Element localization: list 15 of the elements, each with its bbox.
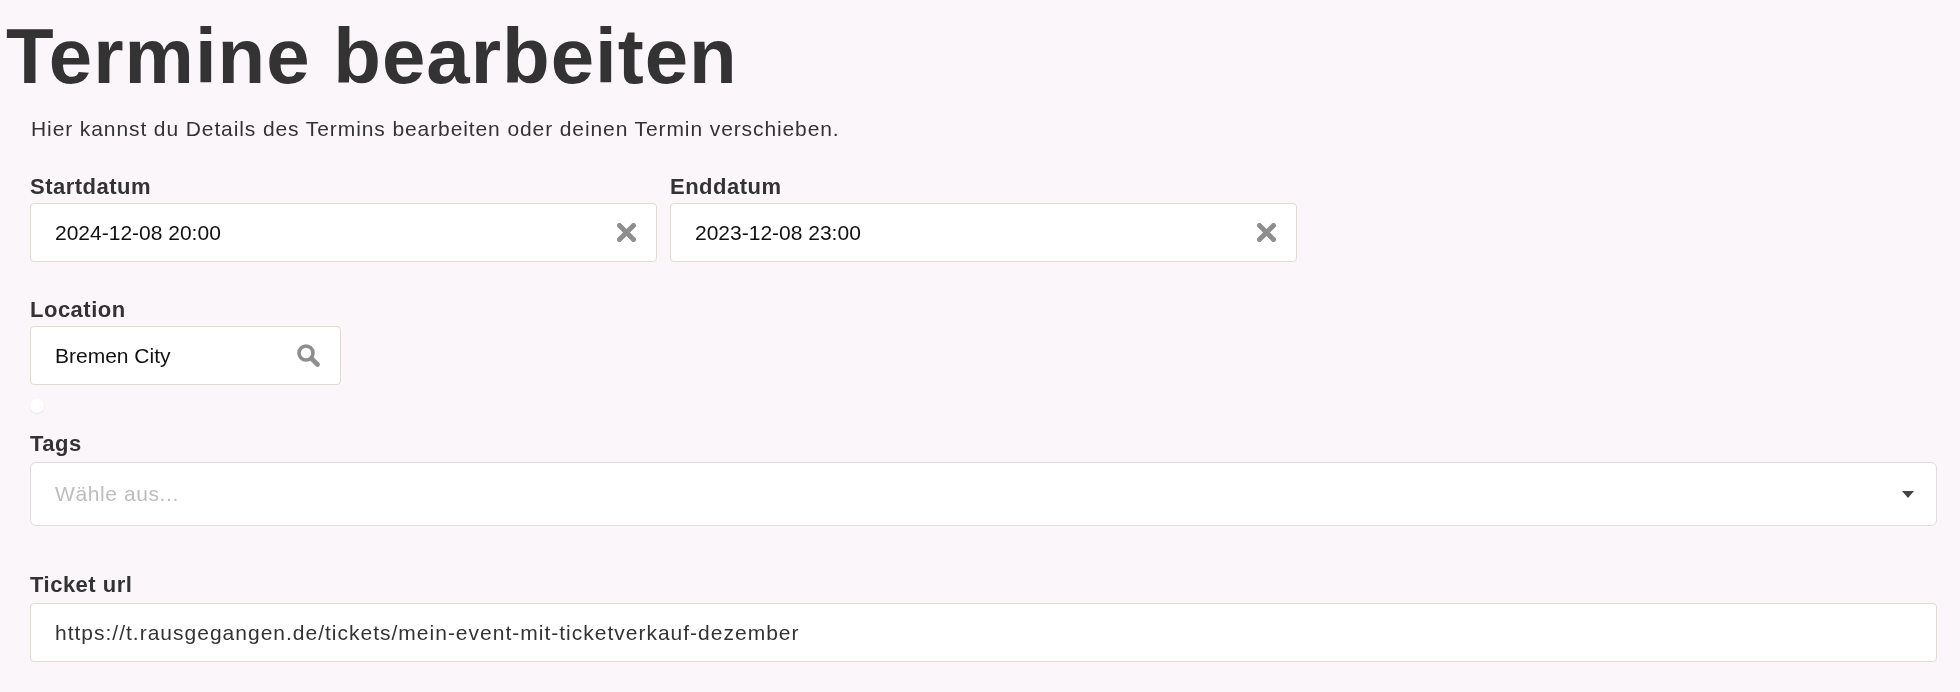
close-icon[interactable] bbox=[617, 223, 636, 242]
location-search-field[interactable]: Bremen City bbox=[30, 326, 341, 385]
field-label: Tags bbox=[30, 431, 82, 457]
search-icon[interactable] bbox=[297, 344, 320, 367]
field-label: Enddatum bbox=[670, 174, 782, 200]
field-label: Startdatum bbox=[30, 174, 152, 200]
date-field[interactable]: 2024-12-08 20:00 bbox=[30, 203, 657, 262]
date-field[interactable]: 2023-12-08 23:00 bbox=[670, 203, 1297, 262]
page-title: Termine bearbeiten bbox=[6, 11, 738, 101]
page-description: Hier kannst du Details des Termins bearbeiten oder deinen Termin verschieben. bbox=[31, 116, 840, 142]
close-icon[interactable] bbox=[1257, 223, 1276, 242]
caret-icon[interactable] bbox=[1902, 490, 1914, 498]
field-label: Location bbox=[30, 297, 126, 323]
ticket-url-field[interactable]: https://t.rausgegangen.de/tickets/mein-event-mit-ticketverkauf-dezember bbox=[30, 603, 1937, 662]
field-label: Ticket url bbox=[30, 572, 133, 598]
